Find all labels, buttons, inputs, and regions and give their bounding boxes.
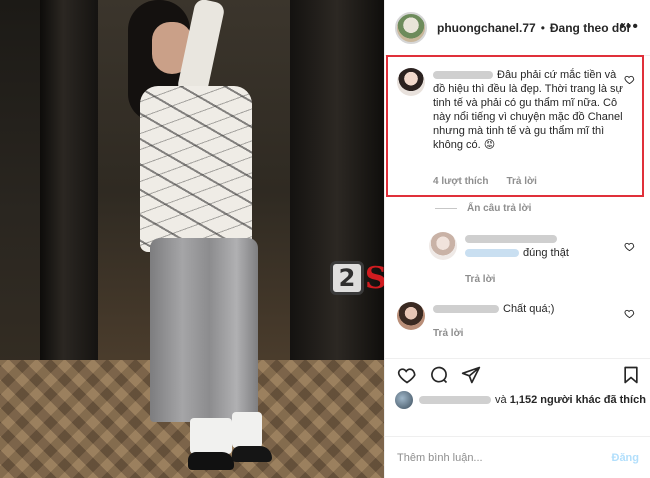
author-username[interactable]: phuongchanel.77 <box>437 21 536 35</box>
likes-prefix: và <box>495 394 507 406</box>
likes-suffix: người khác đã thích <box>540 394 646 406</box>
likes-count: 1,152 <box>509 394 538 406</box>
commenter-avatar[interactable] <box>429 232 457 260</box>
post-action-bar <box>385 358 650 390</box>
mention-blurred[interactable] <box>465 249 519 258</box>
comment-text: đúng thật <box>523 247 569 259</box>
trouser-cuff-left <box>190 418 232 454</box>
likes-summary: và 1,152 người khác đã thích <box>395 391 646 409</box>
liker-avatar[interactable] <box>395 391 413 409</box>
add-comment-bar: Đăng <box>385 436 650 478</box>
hide-replies-toggle[interactable]: Ẩn câu trả lời <box>435 203 531 214</box>
follow-status-button[interactable]: Đang theo dõi <box>550 21 630 35</box>
shoe-right <box>232 446 272 462</box>
header-separator: • <box>540 20 545 35</box>
model-grey-trousers <box>150 238 258 422</box>
author-avatar[interactable] <box>395 11 427 44</box>
add-comment-input[interactable] <box>397 451 612 464</box>
reply-button[interactable]: Trả lời <box>433 328 463 339</box>
trouser-cuff-right <box>232 412 262 448</box>
watermark-box: 2 <box>330 261 364 295</box>
comment-text: Chất quá;) <box>503 303 555 315</box>
hide-replies-label: Ẩn câu trả lời <box>467 203 532 214</box>
hide-replies-line <box>435 208 457 209</box>
commenter-avatar[interactable] <box>397 302 425 330</box>
comment-body: Chất quá;) <box>433 302 623 316</box>
reply-button[interactable]: Trả lời <box>465 274 495 285</box>
post-comment-button[interactable]: Đăng <box>612 452 640 464</box>
bookmark-icon[interactable] <box>621 365 641 385</box>
liker-name-blurred[interactable] <box>419 396 491 404</box>
commenter-name-blurred[interactable] <box>465 235 557 244</box>
like-heart-icon[interactable] <box>397 365 417 385</box>
comment-bubble-icon[interactable] <box>429 365 449 385</box>
comment-meta: Trả lời <box>465 274 495 285</box>
post-header: phuongchanel.77 • Đang theo dõi ••• <box>385 0 650 56</box>
more-dots-icon[interactable]: ••• <box>619 18 639 36</box>
commenter-name-blurred[interactable] <box>433 305 499 314</box>
post-photo[interactable] <box>0 0 384 478</box>
share-plane-icon[interactable] <box>461 365 481 385</box>
comment-body: đúng thật <box>465 232 615 260</box>
heart-icon[interactable] <box>624 308 635 319</box>
heart-icon[interactable] <box>624 241 635 252</box>
shoe-left <box>188 452 234 470</box>
model-printed-shirt <box>140 86 252 252</box>
comment-meta: Trả lời <box>433 328 463 339</box>
likes-text[interactable]: và 1,152 người khác đã thích <box>495 394 646 406</box>
highlight-box <box>386 55 644 197</box>
